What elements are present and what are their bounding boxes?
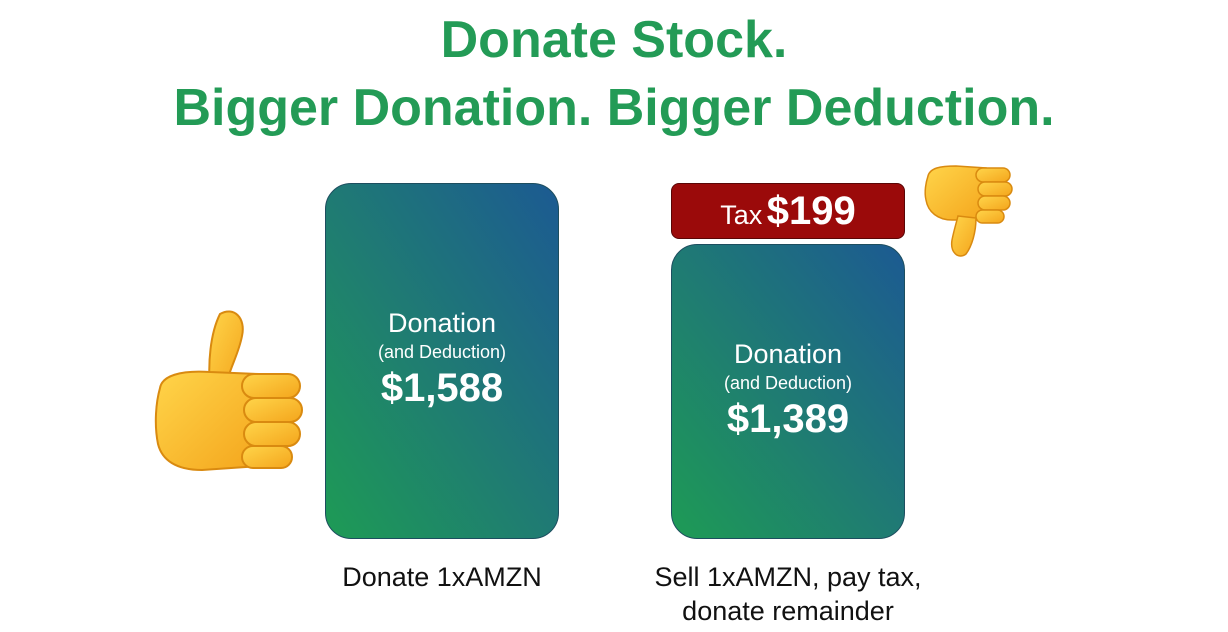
donation-card-title: Donation — [387, 308, 497, 338]
donation-card-amount: $1,588 — [380, 366, 504, 410]
donation-card-amount: $1,389 — [726, 397, 850, 441]
tax-amount: $199 — [766, 189, 856, 233]
thumbs-down-icon — [924, 165, 1013, 257]
donation-card-title: Donation — [733, 339, 843, 369]
caption-line-2: donate remainder — [682, 596, 894, 626]
caption-sell-then-donate: Sell 1xAMZN, pay tax, donate remainder — [600, 560, 976, 628]
headline-line-2: Bigger Donation. Bigger Deduction. — [173, 79, 1055, 137]
donation-card-stock: Donation (and Deduction) $1,588 — [325, 183, 559, 539]
tax-badge: Tax $199 — [671, 183, 905, 239]
donation-card-after-tax: Donation (and Deduction) $1,389 — [671, 244, 905, 539]
donation-card-subtitle: (and Deduction) — [377, 342, 507, 362]
headline-line-1: Donate Stock. — [440, 11, 788, 69]
donation-card-subtitle: (and Deduction) — [723, 373, 853, 393]
thumbs-up-icon — [154, 310, 303, 472]
caption-donate-stock: Donate 1xAMZN — [342, 562, 542, 592]
tax-label: Tax — [720, 200, 763, 230]
caption-line-1: Sell 1xAMZN, pay tax, — [654, 562, 922, 592]
